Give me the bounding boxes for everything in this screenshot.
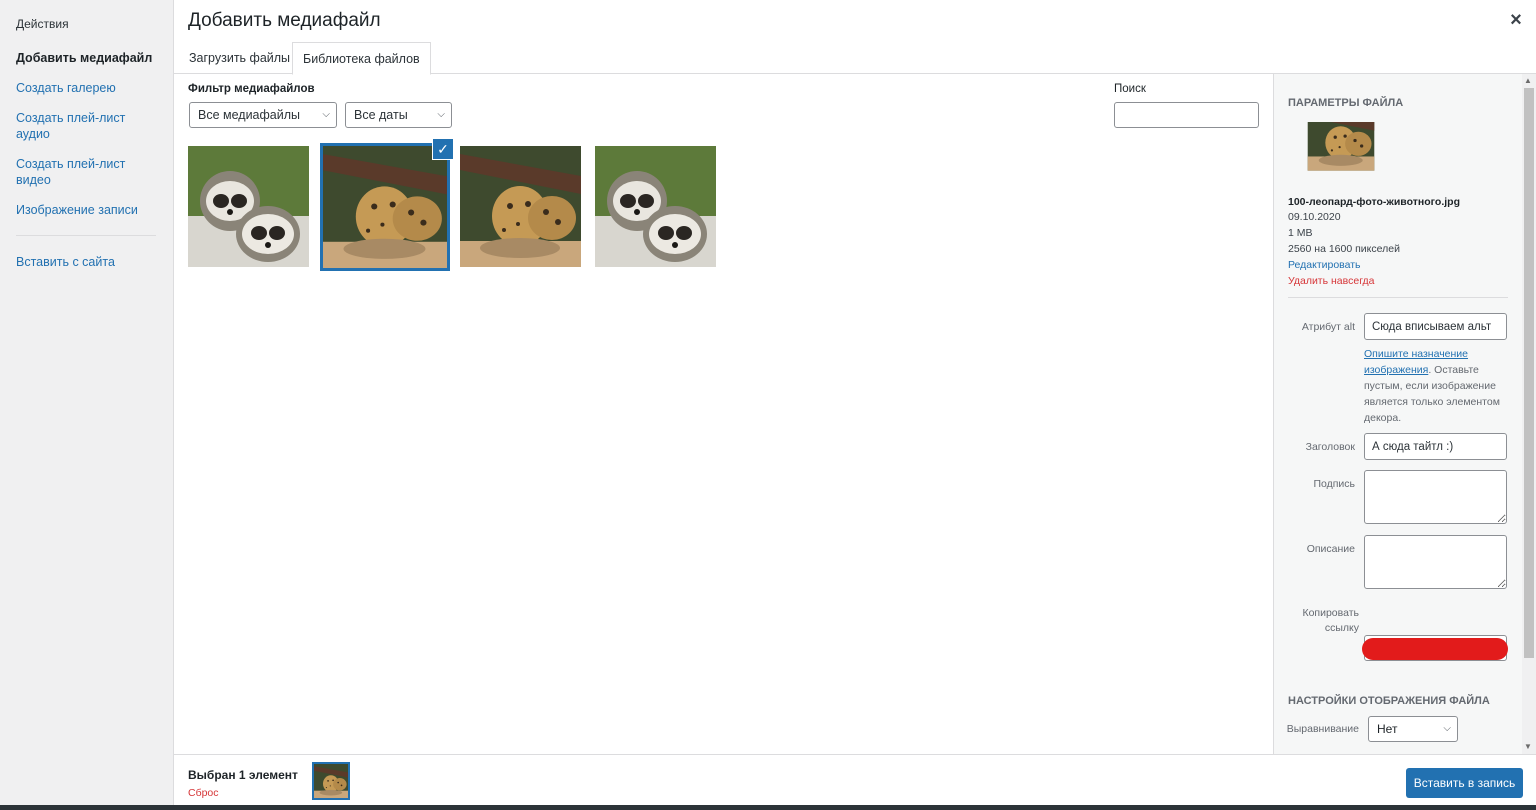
description-textarea[interactable] xyxy=(1364,535,1507,589)
attachment-thumbnail[interactable] xyxy=(460,146,581,267)
description-label: Описание xyxy=(1306,543,1355,555)
reset-selection-link[interactable]: Сброс xyxy=(188,787,219,799)
menu-item-insert-from-url[interactable]: Вставить с сайта xyxy=(16,254,161,270)
edit-image-link[interactable]: Редактировать xyxy=(1288,257,1361,273)
copy-link-label: Копировать ссылку xyxy=(1302,607,1359,634)
details-divider xyxy=(1288,297,1508,298)
raccoon-image xyxy=(595,146,716,267)
scrollbar-thumb[interactable] xyxy=(1524,88,1534,658)
leopard-image xyxy=(323,146,447,268)
tab-media-library[interactable]: Библиотека файлов xyxy=(292,42,431,75)
attachment-thumbnail[interactable] xyxy=(595,146,716,267)
menu-item-featured-image[interactable]: Изображение записи xyxy=(16,202,161,218)
date-select[interactable]: Все даты ⌵ xyxy=(345,102,452,128)
menu-divider xyxy=(16,235,156,236)
alt-help-text: Опишите назначение изображения. Оставьте… xyxy=(1364,346,1509,426)
alt-label: Атрибут alt xyxy=(1301,321,1355,333)
display-settings-heading: Настройки отображения файла xyxy=(1288,695,1490,707)
menu-title: Действия xyxy=(16,17,69,31)
media-type-value: Все медиафайлы xyxy=(198,108,301,122)
caption-label: Подпись xyxy=(1313,478,1355,490)
file-date: 09.10.2020 xyxy=(1288,211,1341,223)
chevron-down-icon: ⌵ xyxy=(322,109,330,120)
insert-into-post-button[interactable]: Вставить в запись xyxy=(1406,768,1523,798)
filter-label: Фильтр медиафайлов xyxy=(188,83,315,95)
align-value: Нет xyxy=(1377,722,1398,736)
tab-upload-files[interactable]: Загрузить файлы xyxy=(179,42,300,74)
modal-toolbar xyxy=(174,754,1536,810)
menu-item-add-media[interactable]: Добавить медиафайл xyxy=(16,50,161,66)
attachment-thumbnail-selected[interactable] xyxy=(320,143,450,271)
caption-textarea[interactable] xyxy=(1364,470,1507,524)
redaction-mark xyxy=(1362,638,1508,660)
leopard-image xyxy=(314,764,348,798)
file-dimensions: 2560 на 1600 пикселей xyxy=(1288,243,1400,255)
search-input[interactable] xyxy=(1114,102,1259,128)
attachment-thumbnail[interactable] xyxy=(188,146,309,267)
scroll-down-icon[interactable]: ▼ xyxy=(1524,742,1532,751)
menu-item-create-gallery[interactable]: Создать галерею xyxy=(16,80,161,96)
file-name: 100-леопард-фото-животного.jpg xyxy=(1288,196,1460,208)
chevron-down-icon: ⌵ xyxy=(1443,723,1451,734)
media-menu: Действия Добавить медиафайл Создать гале… xyxy=(0,0,174,810)
scroll-up-icon[interactable]: ▲ xyxy=(1524,76,1532,85)
align-select[interactable]: Нет ⌵ xyxy=(1368,716,1458,742)
title-label: Заголовок xyxy=(1305,441,1355,453)
delete-permanently-link[interactable]: Удалить навсегда xyxy=(1288,273,1375,289)
checkmark-icon[interactable]: ✓ xyxy=(432,138,454,160)
selection-count: Выбран 1 элемент xyxy=(188,768,298,782)
alt-text-input[interactable] xyxy=(1364,313,1507,340)
menu-item-video-playlist[interactable]: Создать плей-лист видео xyxy=(16,156,161,188)
title-input[interactable] xyxy=(1364,433,1507,460)
menu-item-audio-playlist[interactable]: Создать плей-лист аудио xyxy=(16,110,161,142)
chevron-down-icon: ⌵ xyxy=(437,109,445,120)
align-label: Выравнивание xyxy=(1286,723,1359,735)
search-label: Поиск xyxy=(1114,83,1146,95)
details-heading: Параметры файла xyxy=(1288,97,1404,109)
date-value: Все даты xyxy=(354,108,408,122)
file-size: 1 MB xyxy=(1288,227,1313,239)
media-type-select[interactable]: Все медиафайлы ⌵ xyxy=(189,102,337,128)
details-thumbnail xyxy=(1288,122,1394,188)
close-icon[interactable]: × xyxy=(1504,8,1528,32)
leopard-image xyxy=(1288,122,1394,188)
modal-title: Добавить медиафайл xyxy=(188,10,381,31)
leopard-image xyxy=(460,146,581,267)
raccoon-image xyxy=(188,146,309,267)
tab-bar: Загрузить файлы Библиотека файлов xyxy=(174,42,1536,75)
bottom-edge xyxy=(0,805,1536,810)
selected-attachment-thumbnail[interactable] xyxy=(312,762,350,800)
